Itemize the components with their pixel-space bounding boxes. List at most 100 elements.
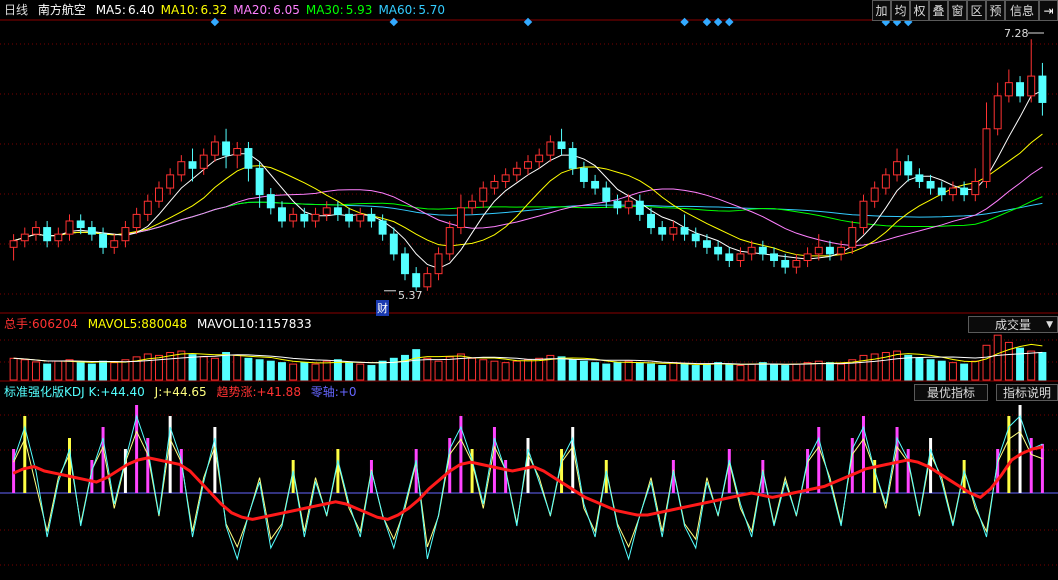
volume-bar xyxy=(792,363,801,381)
add-button[interactable]: 加 xyxy=(872,0,891,21)
volume-bar xyxy=(255,359,264,381)
period-label[interactable]: 日线 xyxy=(4,3,28,17)
volume-bar xyxy=(9,357,18,381)
volume-bar xyxy=(222,352,231,381)
candle-body xyxy=(300,213,309,222)
volume-bar xyxy=(948,362,957,381)
volume-bar xyxy=(1004,341,1013,381)
volume-bar xyxy=(825,362,834,381)
candle-body xyxy=(143,200,152,215)
average-button[interactable]: 均 xyxy=(891,0,910,21)
candle-body xyxy=(199,154,208,169)
volume-bar xyxy=(937,360,946,381)
volume-bar xyxy=(635,362,644,381)
candle-body xyxy=(345,213,354,222)
range-button[interactable]: 区 xyxy=(967,0,986,21)
candle-body xyxy=(535,154,544,163)
candle-body xyxy=(579,167,588,182)
indicator-explain-button[interactable]: 指标说明 xyxy=(996,384,1058,401)
kdj-trend-label: 趋势涨: xyxy=(216,385,257,399)
candle-body xyxy=(99,233,108,248)
kdj-trend-value: +41.88 xyxy=(256,385,301,399)
volume-bar xyxy=(859,354,868,381)
rights-button[interactable]: 权 xyxy=(910,0,929,21)
signal-diamond-icon xyxy=(389,17,399,27)
candle-body xyxy=(1016,82,1025,97)
ma-value: 5.70 xyxy=(418,3,446,17)
candle-body xyxy=(814,246,823,255)
candle-body xyxy=(43,227,52,242)
info-button[interactable]: 信息 xyxy=(1005,0,1039,21)
window-button[interactable]: 窗 xyxy=(948,0,967,21)
candle-body xyxy=(1038,75,1047,103)
ma-label: MA60: xyxy=(378,3,417,17)
candle-body xyxy=(825,246,834,255)
candle-body xyxy=(1027,75,1036,97)
volume-bar xyxy=(736,365,745,381)
ma-label: MA10: xyxy=(160,3,199,17)
volume-bar xyxy=(20,359,29,381)
ma-label: MA30: xyxy=(305,3,344,17)
candle-body xyxy=(311,213,320,222)
candle-body xyxy=(445,227,454,255)
exit-fullscreen-icon[interactable]: ⇥ xyxy=(1039,0,1058,21)
volume-bar xyxy=(702,363,711,381)
ma-value: 6.40 xyxy=(127,3,155,17)
candle-body xyxy=(546,141,555,156)
candle-body xyxy=(65,220,74,235)
candle-body xyxy=(188,161,197,169)
volume-header: 总手:606204 MAVOL5:880048 MAVOL10:1157833 xyxy=(4,316,318,332)
candle-body xyxy=(870,187,879,202)
volume-bar xyxy=(971,360,980,381)
candle-body xyxy=(758,246,767,255)
candle-body xyxy=(691,233,700,242)
signal-diamond-icon xyxy=(725,17,734,27)
best-indicator-button[interactable]: 最优指标 xyxy=(914,384,988,401)
signal-diamond-icon xyxy=(680,17,689,27)
candle-body xyxy=(993,95,1002,130)
candle-body xyxy=(356,213,365,222)
candle-body xyxy=(289,213,298,222)
stock-chart[interactable] xyxy=(0,0,1058,580)
volume-bar xyxy=(468,357,477,381)
volume-bar xyxy=(747,363,756,381)
candle-body xyxy=(210,141,219,156)
candle-body xyxy=(132,213,141,229)
candle-body xyxy=(423,273,432,288)
volume-bar xyxy=(915,357,924,381)
volume-bar xyxy=(479,359,488,381)
candle-body xyxy=(222,141,231,156)
financial-event-marker[interactable]: 财 xyxy=(376,300,389,316)
candle-body xyxy=(893,161,901,176)
volume-bar xyxy=(1027,350,1036,381)
candle-body xyxy=(322,207,331,215)
candle-body xyxy=(714,246,723,255)
forecast-button[interactable]: 预 xyxy=(986,0,1005,21)
candle-body xyxy=(926,180,935,189)
volume-bar xyxy=(423,357,432,381)
volume-bar xyxy=(210,357,219,381)
candle-body xyxy=(87,227,96,235)
candle-body xyxy=(412,273,421,288)
candle-body xyxy=(881,174,890,189)
volume-bar xyxy=(177,350,186,381)
candle-body xyxy=(792,259,801,268)
volume-bar xyxy=(322,360,331,381)
candle-body xyxy=(76,220,85,229)
volume-bar xyxy=(99,360,108,381)
volume-bar xyxy=(837,363,846,381)
overlay-button[interactable]: 叠 xyxy=(929,0,948,21)
volume-bar xyxy=(613,362,622,381)
volume-indicator-select[interactable]: 成交量 ▼ xyxy=(968,316,1058,333)
mavol5-label: MAVOL5: xyxy=(87,317,142,331)
ma-legend: MA5: 6.40 MA10: 6.32 MA20: 6.05 MA30: 5.93 MA60:… xyxy=(96,3,451,17)
candle-body xyxy=(166,174,175,189)
candle-body xyxy=(479,187,488,202)
candle-body xyxy=(647,213,655,229)
mavol10-label: MAVOL10: xyxy=(196,317,259,331)
mavol5-value: 880048 xyxy=(141,317,188,331)
volume-bar xyxy=(658,365,667,381)
volume-bar xyxy=(524,359,532,381)
candle-body xyxy=(960,187,969,196)
volume-bar xyxy=(266,360,275,381)
